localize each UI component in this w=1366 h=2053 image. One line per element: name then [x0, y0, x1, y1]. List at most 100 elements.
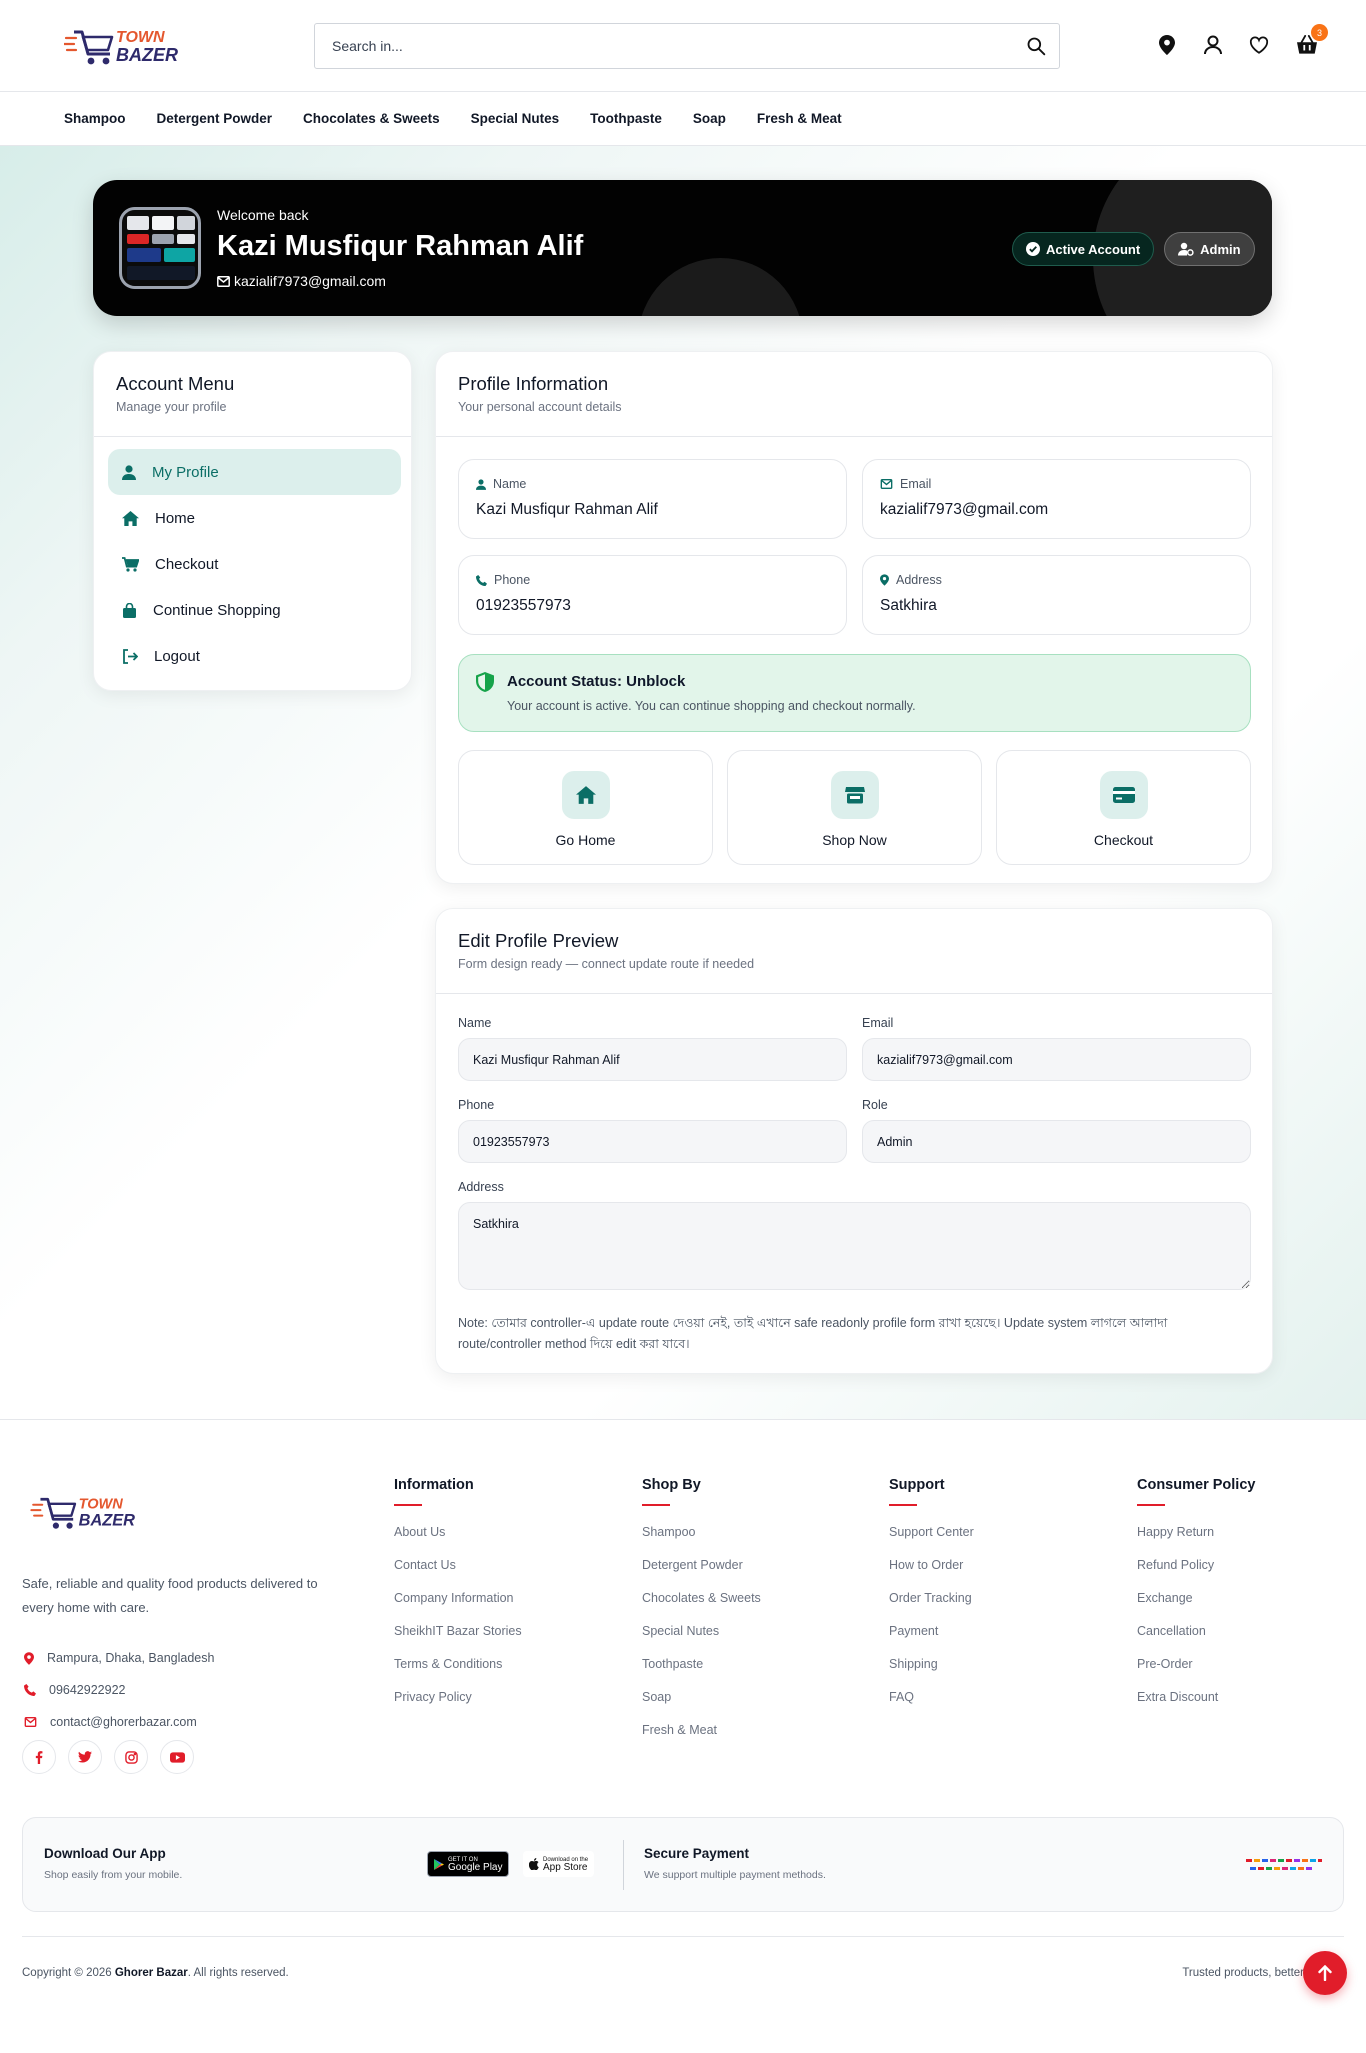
status-badge-label: Active Account — [1046, 241, 1141, 257]
user-gear-icon — [1178, 242, 1194, 256]
role-label: Role — [862, 1098, 888, 1112]
footer-link[interactable]: Privacy Policy — [394, 1687, 522, 1720]
footer-link[interactable]: Shampoo — [642, 1522, 761, 1555]
field-value: 01923557973 — [476, 597, 571, 614]
home-icon — [575, 786, 596, 804]
twitter-icon[interactable] — [68, 1740, 102, 1774]
category-link[interactable]: Chocolates & Sweets — [303, 111, 440, 126]
category-link[interactable]: Toothpaste — [590, 111, 662, 126]
basket-icon[interactable]: 3 — [1295, 24, 1328, 60]
footer-address-text: Rampura, Dhaka, Bangladesh — [47, 1651, 215, 1665]
menu-item-checkout[interactable]: Checkout — [108, 541, 401, 587]
envelope-icon — [880, 479, 893, 489]
footer-link[interactable]: Exchange — [1137, 1588, 1255, 1621]
facebook-icon[interactable] — [22, 1740, 56, 1774]
go-home-button[interactable]: Go Home — [458, 750, 713, 865]
profile-information-title: Profile Information — [458, 373, 609, 394]
address-field[interactable]: Satkhira — [458, 1202, 1251, 1290]
footer-link[interactable]: Support Center — [889, 1522, 974, 1555]
footer-link[interactable]: Cancellation — [1137, 1621, 1255, 1654]
account-status-title: Account Status: Unblock — [507, 673, 686, 690]
checkout-button[interactable]: Checkout — [996, 750, 1251, 865]
account-menu-header: Account Menu Manage your profile — [94, 352, 411, 437]
footer-link[interactable]: Happy Return — [1137, 1522, 1255, 1555]
footer-link[interactable]: How to Order — [889, 1555, 974, 1588]
logo-word-town: TOWN — [116, 29, 165, 46]
footer-link[interactable]: Contact Us — [394, 1555, 522, 1588]
footer-link[interactable]: Toothpaste — [642, 1654, 761, 1687]
user-icon[interactable] — [1201, 30, 1225, 60]
footer-logo[interactable]: TOWN BAZER — [30, 1492, 160, 1532]
profile-field-address: Address Satkhira — [862, 555, 1251, 635]
footer-link[interactable]: Order Tracking — [889, 1588, 974, 1621]
category-link[interactable]: Shampoo — [64, 111, 126, 126]
instagram-icon[interactable] — [114, 1740, 148, 1774]
footer-link[interactable]: Company Information — [394, 1588, 522, 1621]
role-field[interactable] — [862, 1120, 1251, 1163]
google-play-badge[interactable]: GET IT ON Google Play — [427, 1851, 510, 1877]
back-to-top-button[interactable] — [1303, 1951, 1347, 1995]
youtube-icon[interactable] — [160, 1740, 194, 1774]
footer-link[interactable]: Terms & Conditions — [394, 1654, 522, 1687]
footer-link[interactable]: FAQ — [889, 1687, 974, 1720]
footer-link[interactable]: SheikhIT Bazar Stories — [394, 1621, 522, 1654]
name-group: Name — [458, 1016, 847, 1081]
profile-page: Welcome back Kazi Musfiqur Rahman Alif k… — [0, 146, 1366, 1419]
footer-link[interactable]: Shipping — [889, 1654, 974, 1687]
profile-information-subtitle: Your personal account details — [458, 400, 622, 414]
account-menu-list: My Profile Home Checkout Continue Shoppi… — [94, 437, 411, 679]
site-logo[interactable]: TOWN BAZER — [64, 24, 204, 68]
footer-divider — [22, 1936, 1344, 1937]
footer-link[interactable]: Special Nutes — [642, 1621, 761, 1654]
category-link[interactable]: Fresh & Meat — [757, 111, 842, 126]
profile-field-name: Name Kazi Musfiqur Rahman Alif — [458, 459, 847, 539]
category-link[interactable]: Special Nutes — [471, 111, 560, 126]
decor-circle — [638, 258, 803, 316]
phone-label: Phone — [458, 1098, 495, 1112]
heart-icon[interactable] — [1247, 30, 1271, 60]
category-link[interactable]: Soap — [693, 111, 726, 126]
footer-link[interactable]: Extra Discount — [1137, 1687, 1255, 1720]
email-field[interactable] — [862, 1038, 1251, 1081]
user-icon — [122, 464, 136, 480]
footer-link[interactable]: About Us — [394, 1522, 522, 1555]
map-pin-icon — [24, 1651, 34, 1665]
cart-count-badge: 3 — [1311, 24, 1328, 41]
category-link[interactable]: Detergent Powder — [157, 111, 273, 126]
menu-item-continue-shopping[interactable]: Continue Shopping — [108, 587, 401, 633]
cart-logo-icon: TOWN BAZER — [64, 29, 178, 65]
menu-item-logout[interactable]: Logout — [108, 633, 401, 679]
user-email: kazialif7973@gmail.com — [217, 273, 386, 289]
app-store-badge[interactable]: Download on the App Store — [523, 1851, 595, 1877]
footer-column-title: Consumer Policy — [1137, 1477, 1256, 1493]
footer-link[interactable]: Soap — [642, 1687, 761, 1720]
search-input[interactable] — [315, 23, 1013, 68]
footer-link[interactable]: Refund Policy — [1137, 1555, 1255, 1588]
name-label: Name — [458, 1016, 492, 1030]
phone-field[interactable] — [458, 1120, 847, 1163]
account-badges: Active Account Admin — [1012, 232, 1255, 266]
secure-payment-subtitle: We support multiple payment methods. — [644, 1869, 826, 1881]
footer-column-information: Information About Us Contact Us Company … — [394, 1477, 522, 1720]
footer-link[interactable]: Fresh & Meat — [642, 1720, 761, 1753]
search-icon[interactable] — [1013, 23, 1059, 69]
shop-now-button[interactable]: Shop Now — [727, 750, 982, 865]
menu-item-label: Home — [155, 509, 196, 527]
footer-link[interactable]: Detergent Powder — [642, 1555, 761, 1588]
name-field[interactable] — [458, 1038, 847, 1081]
footer-link[interactable]: Payment — [889, 1621, 974, 1654]
account-status-box: Account Status: Unblock Your account is … — [458, 654, 1251, 732]
logo-word-bazer: BAZER — [79, 1512, 136, 1530]
menu-item-my-profile[interactable]: My Profile — [108, 449, 401, 495]
footer-phone: 09642922922 — [24, 1674, 214, 1706]
footer-column-title: Support — [889, 1477, 945, 1493]
footer-link[interactable]: Pre-Order — [1137, 1654, 1255, 1687]
footer-link[interactable]: Chocolates & Sweets — [642, 1588, 761, 1621]
map-pin-icon[interactable] — [1155, 30, 1179, 60]
bag-icon — [123, 602, 136, 618]
title-underline — [642, 1504, 670, 1506]
welcome-text: Welcome back — [217, 207, 309, 223]
menu-item-home[interactable]: Home — [108, 495, 401, 541]
footer-address: Rampura, Dhaka, Bangladesh — [24, 1642, 214, 1674]
profile-information-header: Profile Information Your personal accoun… — [436, 352, 1272, 437]
